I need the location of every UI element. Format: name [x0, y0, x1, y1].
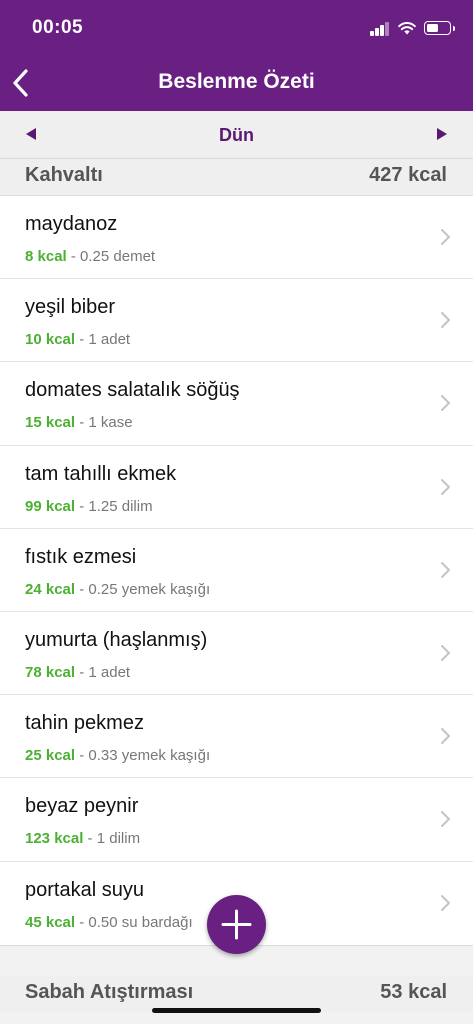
food-portion: - 1 adet — [75, 663, 131, 681]
section-name: Sabah Atıştırması — [25, 981, 194, 1003]
food-name: tam tahıllı ekmek — [25, 462, 177, 485]
food-portion: - 1 adet — [75, 331, 131, 349]
food-kcal: 78 kcal — [25, 663, 76, 681]
food-name: portakal suyu — [25, 878, 144, 901]
section-header-kahvalti: Kahvaltı 427 kcal — [0, 159, 473, 195]
food-portion: - 0.33 yemek kaşığı — [75, 747, 211, 765]
food-details: 25 kcal - 0.33 yemek kaşığı — [25, 747, 210, 764]
food-name: yumurta (haşlanmış) — [25, 628, 208, 651]
food-portion: - 0.25 yemek kaşığı — [75, 580, 211, 598]
food-row[interactable]: maydanoz 8 kcal - 0.25 demet — [0, 196, 473, 280]
chevron-right-icon — [441, 894, 450, 911]
food-portion: - 0.25 demet — [66, 248, 156, 265]
food-name: tahin pekmez — [25, 712, 144, 735]
food-kcal: 123 kcal — [25, 830, 84, 848]
food-details: 123 kcal - 1 dilim — [25, 830, 140, 847]
food-details: 8 kcal - 0.25 demet — [25, 248, 155, 265]
chevron-right-icon — [441, 229, 450, 245]
food-details: 10 kcal - 1 adet — [25, 331, 130, 348]
food-row[interactable]: fıstık ezmesi 24 kcal - 0.25 yemek kaşığı — [0, 529, 473, 612]
food-kcal: 45 kcal — [25, 913, 76, 931]
chevron-right-icon — [441, 395, 450, 412]
food-portion: - 1 dilim — [83, 830, 141, 848]
chevron-right-icon — [441, 811, 450, 828]
food-row[interactable]: domates salatalık söğüş 15 kcal - 1 kase — [0, 362, 473, 446]
section-header-sabah-atistirmasi: Sabah Atıştırması 53 kcal — [0, 976, 473, 1012]
food-kcal: 99 kcal — [25, 497, 76, 515]
food-name: domates salatalık söğüş — [25, 379, 240, 402]
header-bar: 00:05 Beslenme Özeti — [0, 0, 473, 111]
food-details: 99 kcal - 1.25 dilim — [25, 498, 153, 515]
wifi-icon — [398, 22, 416, 35]
add-food-button[interactable] — [207, 895, 266, 954]
section-total: 427 kcal — [369, 164, 447, 186]
food-details: 45 kcal - 0.50 su bardağı — [25, 914, 193, 931]
food-row[interactable]: yumurta (haşlanmış) 78 kcal - 1 adet — [0, 612, 473, 696]
next-day-button[interactable] — [437, 128, 447, 140]
section-total: 53 kcal — [380, 981, 447, 1003]
food-portion: - 1 kase — [75, 414, 133, 432]
food-kcal: 24 kcal — [25, 580, 76, 598]
food-details: 15 kcal - 1 kase — [25, 414, 133, 431]
food-name: yeşil biber — [25, 296, 116, 319]
food-details: 78 kcal - 1 adet — [25, 664, 130, 681]
food-name: beyaz peynir — [25, 795, 139, 818]
cellular-signal-icon — [370, 22, 390, 36]
chevron-right-icon — [441, 312, 450, 329]
food-name: maydanoz — [25, 213, 118, 235]
food-row[interactable]: tam tahıllı ekmek 99 kcal - 1.25 dilim — [0, 446, 473, 529]
plus-icon — [221, 909, 252, 940]
chevron-right-icon — [441, 728, 450, 745]
date-navigator: Dün — [0, 111, 473, 159]
food-kcal: 10 kcal — [25, 331, 76, 349]
battery-icon — [424, 21, 455, 35]
food-list: maydanoz 8 kcal - 0.25 demet yeşil biber 10… — [0, 195, 473, 946]
status-bar: 00:05 — [0, 0, 473, 58]
home-indicator — [152, 1008, 321, 1013]
food-row[interactable]: beyaz peynir 123 kcal - 1 dilim — [0, 778, 473, 862]
food-details: 24 kcal - 0.25 yemek kaşığı — [25, 581, 210, 598]
food-row[interactable]: tahin pekmez 25 kcal - 0.33 yemek kaşığı — [0, 695, 473, 779]
food-row[interactable]: yeşil biber 10 kcal - 1 adet — [0, 279, 473, 363]
food-kcal: 8 kcal — [25, 248, 67, 265]
food-portion: - 1.25 dilim — [75, 497, 153, 515]
chevron-right-icon — [441, 478, 450, 495]
status-time: 00:05 — [32, 17, 84, 38]
chevron-right-icon — [441, 644, 450, 661]
section-name: Kahvaltı — [25, 164, 103, 186]
page-title: Beslenme Özeti — [158, 70, 315, 93]
food-kcal: 25 kcal — [25, 747, 76, 765]
date-label: Dün — [219, 125, 254, 145]
food-kcal: 15 kcal — [25, 414, 76, 432]
food-name: fıstık ezmesi — [25, 545, 137, 568]
chevron-right-icon — [441, 561, 450, 578]
food-portion: - 0.50 su bardağı — [75, 913, 193, 931]
